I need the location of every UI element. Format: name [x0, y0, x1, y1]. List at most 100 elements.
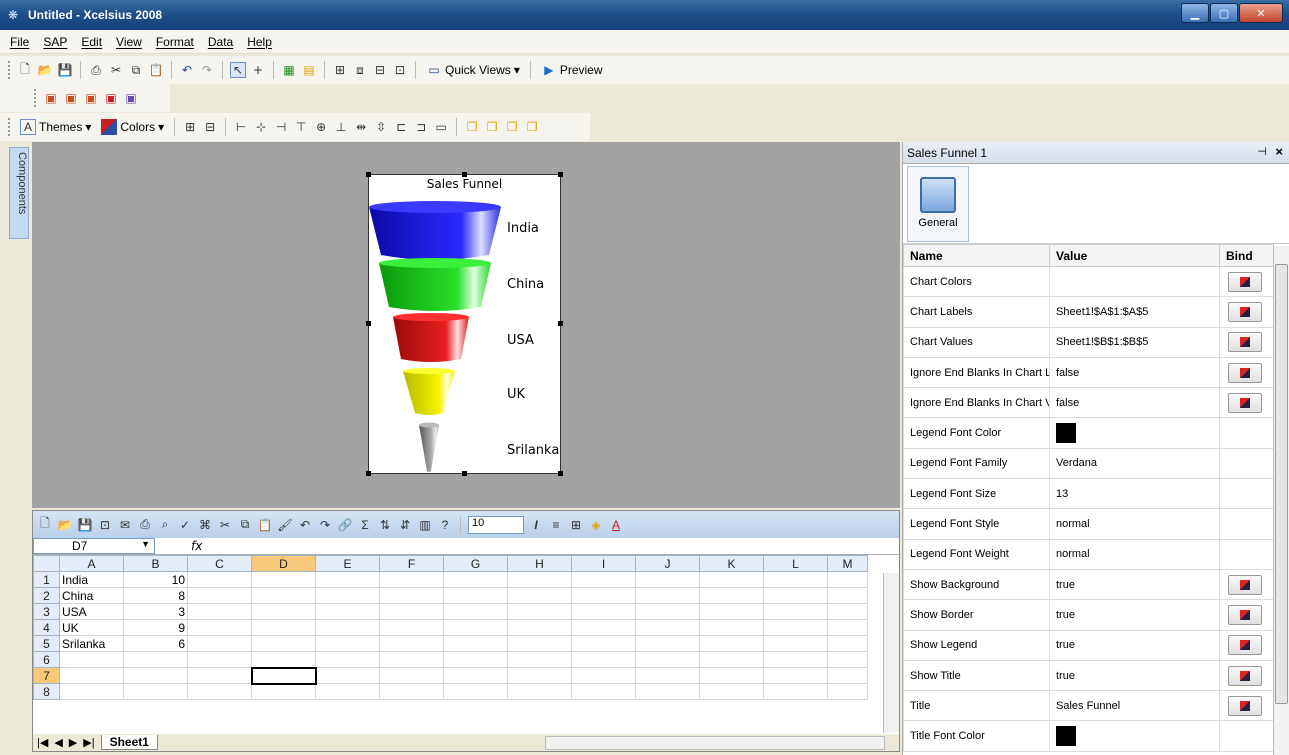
cell-a4[interactable]: UK: [59, 619, 124, 636]
close-icon[interactable]: ×: [1275, 144, 1283, 159]
cell[interactable]: [187, 651, 252, 668]
ungroup-icon[interactable]: ⊟: [202, 119, 218, 135]
resize-handle[interactable]: [558, 471, 563, 476]
property-value[interactable]: Sheet1!$B$1:$B$5: [1049, 326, 1220, 358]
cell[interactable]: [379, 651, 444, 668]
align-bottom-icon[interactable]: ⊥: [333, 119, 349, 135]
cell[interactable]: [379, 667, 444, 684]
cell[interactable]: [379, 635, 444, 652]
menu-data[interactable]: Data: [208, 35, 233, 49]
align-icon[interactable]: ⧈: [352, 62, 368, 78]
cell[interactable]: [251, 603, 316, 620]
cell[interactable]: [571, 587, 636, 604]
property-row[interactable]: Show Legend true: [903, 629, 1274, 661]
cell[interactable]: [315, 619, 380, 636]
cell[interactable]: [379, 603, 444, 620]
cell[interactable]: [443, 587, 508, 604]
cell[interactable]: [699, 587, 764, 604]
cell[interactable]: [507, 683, 572, 700]
print-preview-icon[interactable]: ⌕: [157, 517, 173, 533]
cell[interactable]: [251, 587, 316, 604]
borders-icon[interactable]: ⊞: [568, 517, 584, 533]
column-header-m[interactable]: M: [827, 555, 868, 572]
fill-color-icon[interactable]: ◈: [588, 517, 604, 533]
properties-scrollbar[interactable]: [1273, 246, 1289, 755]
cell[interactable]: [443, 603, 508, 620]
align-right-icon[interactable]: ⊣: [273, 119, 289, 135]
open-icon[interactable]: 📂: [57, 517, 73, 533]
export-outlook-icon[interactable]: ▣: [63, 90, 79, 106]
cell[interactable]: [635, 587, 700, 604]
help-icon[interactable]: ?: [437, 517, 453, 533]
cell[interactable]: [443, 683, 508, 700]
column-header-j[interactable]: J: [635, 555, 700, 572]
pin-icon[interactable]: ⊣: [1257, 145, 1267, 158]
save-icon[interactable]: 💾: [77, 517, 93, 533]
prev-sheet-icon[interactable]: ◀: [54, 736, 62, 749]
themes-button[interactable]: A Themes ▾: [17, 119, 94, 135]
property-value[interactable]: [1049, 265, 1220, 298]
maximize-button[interactable]: ▢: [1210, 3, 1238, 23]
cell[interactable]: [571, 603, 636, 620]
close-button[interactable]: ✕: [1239, 3, 1283, 23]
cell[interactable]: [827, 651, 868, 668]
bind-button[interactable]: [1228, 271, 1262, 292]
cell[interactable]: [59, 667, 124, 684]
menu-help[interactable]: Help: [247, 35, 272, 49]
cell[interactable]: [763, 603, 828, 620]
cell[interactable]: [827, 667, 868, 684]
row-header[interactable]: 1: [33, 571, 60, 588]
undo-icon[interactable]: ↶: [297, 517, 313, 533]
row-header[interactable]: 7: [33, 667, 60, 684]
cell[interactable]: [379, 619, 444, 636]
research-icon[interactable]: ⌘: [197, 517, 213, 533]
property-value[interactable]: normal: [1049, 538, 1220, 570]
align-left-icon[interactable]: ⊢: [233, 119, 249, 135]
export-ppt-icon[interactable]: ▣: [43, 90, 59, 106]
property-value[interactable]: Verdana: [1049, 447, 1220, 480]
cell[interactable]: [635, 603, 700, 620]
cell[interactable]: [251, 635, 316, 652]
cell-grid[interactable]: A B C D E F G H I J K L M 1 India 10 2 C…: [33, 555, 868, 700]
pointer-icon[interactable]: ↖: [230, 62, 246, 78]
paste-icon[interactable]: 📋: [148, 62, 164, 78]
cell[interactable]: [635, 651, 700, 668]
group-icon[interactable]: ⊞: [182, 119, 198, 135]
bring-forward-icon[interactable]: ❐: [504, 119, 520, 135]
property-value[interactable]: [1049, 417, 1220, 449]
cell[interactable]: [379, 683, 444, 700]
grid-icon[interactable]: ⊟: [372, 62, 388, 78]
property-row[interactable]: Show Border true: [903, 599, 1274, 631]
bind-button[interactable]: [1228, 635, 1262, 656]
export-icon[interactable]: ▤: [301, 62, 317, 78]
cell[interactable]: [443, 619, 508, 636]
cell[interactable]: [187, 667, 252, 684]
bind-button[interactable]: [1228, 362, 1262, 383]
cell[interactable]: [315, 635, 380, 652]
cell[interactable]: [571, 683, 636, 700]
property-value[interactable]: true: [1049, 629, 1220, 661]
cell[interactable]: [635, 571, 700, 588]
active-cell-d7[interactable]: [250, 666, 317, 685]
chevron-down-icon[interactable]: ▼: [141, 539, 150, 549]
cell[interactable]: [187, 635, 252, 652]
preview-button[interactable]: ▶ Preview: [538, 62, 606, 78]
email-icon[interactable]: ✉: [117, 517, 133, 533]
cut-icon[interactable]: ✂: [217, 517, 233, 533]
cell[interactable]: [571, 635, 636, 652]
property-row[interactable]: Chart Labels Sheet1!$A$1:$A$5: [903, 296, 1274, 328]
minimize-button[interactable]: ▁: [1181, 3, 1209, 23]
save-icon[interactable]: 💾: [57, 62, 73, 78]
cell[interactable]: [507, 571, 572, 588]
distribute-h-icon[interactable]: ⇹: [353, 119, 369, 135]
select-all-corner[interactable]: [33, 555, 60, 572]
cell[interactable]: [699, 651, 764, 668]
cell[interactable]: [251, 619, 316, 636]
cell[interactable]: [699, 683, 764, 700]
distribute-v-icon[interactable]: ⇳: [373, 119, 389, 135]
property-row[interactable]: Legend Font Weight normal: [903, 538, 1274, 570]
same-height-icon[interactable]: ⊐: [413, 119, 429, 135]
cell[interactable]: [443, 667, 508, 684]
menu-edit[interactable]: Edit: [81, 35, 102, 49]
cell[interactable]: [571, 667, 636, 684]
